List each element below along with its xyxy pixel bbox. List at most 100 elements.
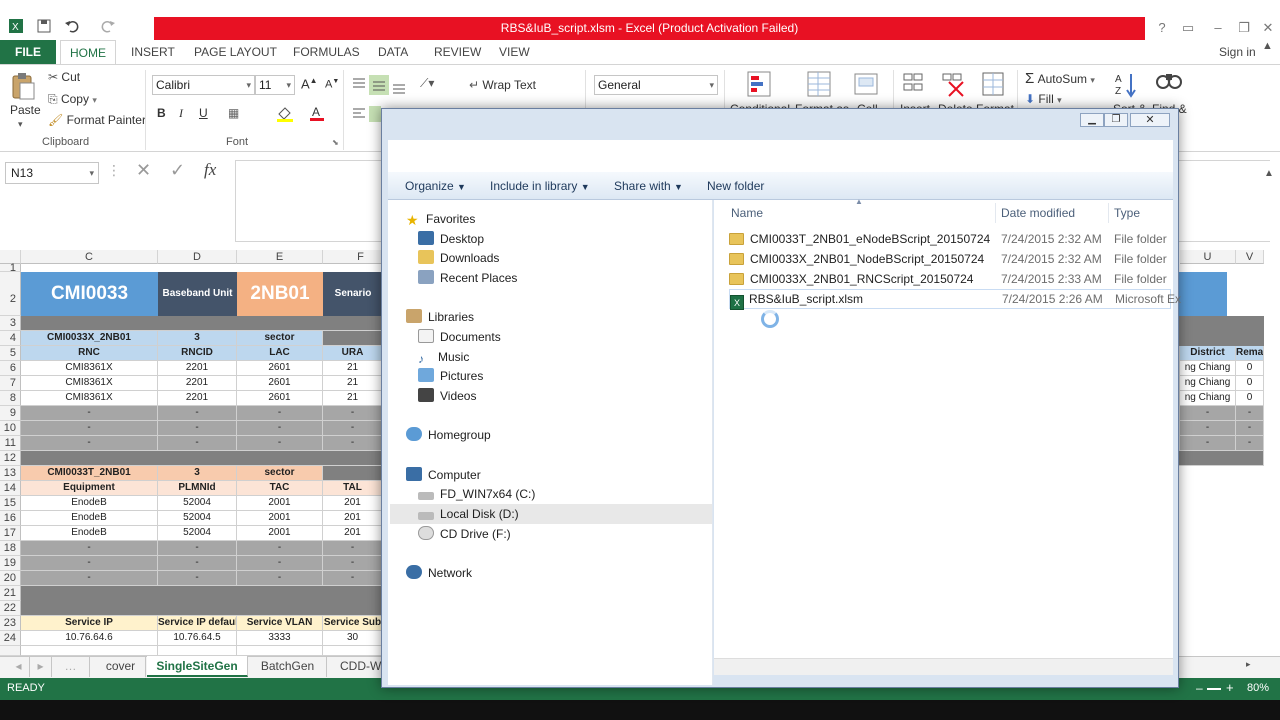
header-cell[interactable]: Service VLAN	[237, 616, 323, 631]
table-cell[interactable]: -	[21, 421, 158, 436]
block-title-cell[interactable]: 3	[158, 331, 237, 346]
table-cell[interactable]: -	[1180, 421, 1236, 436]
nav-computer[interactable]: Computer	[406, 465, 481, 485]
gray-band[interactable]	[21, 586, 383, 616]
table-cell[interactable]	[237, 646, 323, 656]
sheet-tab-cover[interactable]: cover	[96, 656, 146, 677]
table-cell[interactable]: -	[1236, 421, 1264, 436]
table-cell[interactable]: -	[237, 571, 323, 586]
dialog-minimize-icon[interactable]: ▁	[1080, 113, 1104, 127]
file-list-item[interactable]: CMI0033X_2NB01_NodeBScript_20150724 7/24/…	[729, 249, 1171, 269]
nav-recent-places[interactable]: Recent Places	[418, 268, 517, 288]
column-divider[interactable]	[995, 203, 996, 223]
nav-drive-d[interactable]: Local Disk (D:)	[390, 504, 712, 524]
row-header[interactable]: 8	[0, 391, 21, 406]
table-cell[interactable]: 2001	[237, 511, 323, 526]
header-cell[interactable]: Service IP default	[158, 616, 237, 631]
table-cell[interactable]: 52004	[158, 526, 237, 541]
row-header[interactable]: 22	[0, 601, 21, 616]
table-cell[interactable]: 0	[1236, 361, 1264, 376]
nav-music[interactable]: ♪ Music	[418, 347, 469, 367]
table-cell[interactable]: 2201	[158, 391, 237, 406]
format-cells-icon[interactable]	[980, 70, 1008, 100]
block-title-cell[interactable]: CMI0033X_2NB01	[21, 331, 158, 346]
sheet-tab-cdd-w[interactable]: CDD-W	[328, 656, 383, 677]
file-list-item[interactable]: CMI0033X_2NB01_RNCScript_20150724 7/24/20…	[729, 269, 1171, 289]
close-icon[interactable]: ✕	[1254, 18, 1280, 38]
dialog-maximize-icon[interactable]: ❐	[1104, 113, 1128, 127]
insert-function-icon[interactable]: fx	[204, 160, 216, 180]
row-header[interactable]: 20	[0, 571, 21, 586]
dialog-close-icon[interactable]: ✕	[1130, 113, 1170, 127]
align-top-icons[interactable]	[349, 74, 409, 96]
nav-pictures[interactable]: Pictures	[418, 366, 483, 386]
table-cell[interactable]: -	[237, 421, 323, 436]
table-cell[interactable]: 201	[323, 496, 383, 511]
row-header[interactable]: 15	[0, 496, 21, 511]
block-title-cell[interactable]: sector	[237, 331, 323, 346]
nav-favorites[interactable]: ★ Favorites	[406, 209, 475, 229]
table-cell[interactable]: ng Chiang	[1180, 376, 1236, 391]
sheet-tab-singlesitegen[interactable]: SingleSiteGen	[147, 656, 248, 677]
gray-band[interactable]	[1172, 451, 1264, 466]
wrap-text-button[interactable]: ↵ Wrap Text	[469, 78, 536, 92]
fill-button[interactable]: ⬇ Fill ▾	[1025, 92, 1062, 106]
prev-sheet-icon[interactable]: ◂	[8, 656, 30, 677]
nav-drive-c[interactable]: FD_WIN7x64 (C:)	[418, 484, 535, 504]
table-cell[interactable]: -	[158, 406, 237, 421]
nav-documents[interactable]: Documents	[418, 327, 501, 347]
column-divider[interactable]	[1108, 203, 1109, 223]
table-cell[interactable]: 2601	[237, 376, 323, 391]
table-cell[interactable]: -	[21, 541, 158, 556]
header-cell[interactable]: PLMNId	[158, 481, 237, 496]
column-header[interactable]: C	[21, 250, 158, 264]
font-size-select[interactable]: 11 ▾	[255, 75, 295, 95]
row-header[interactable]: 13	[0, 466, 21, 481]
format-as-table-icon[interactable]	[806, 70, 834, 100]
table-cell[interactable]: -	[237, 436, 323, 451]
column-name-header[interactable]: Name	[731, 203, 763, 223]
nav-videos[interactable]: Videos	[418, 386, 476, 406]
table-cell[interactable]: ng Chiang	[1180, 391, 1236, 406]
paste-icon[interactable]	[10, 72, 36, 100]
table-cell[interactable]: -	[158, 571, 237, 586]
header-cell[interactable]: Service IP	[21, 616, 158, 631]
table-cell[interactable]: 0	[1236, 391, 1264, 406]
nav-desktop[interactable]: Desktop	[418, 229, 484, 249]
table-cell[interactable]: 10.76.64.5	[158, 631, 237, 646]
table-cell[interactable]	[158, 646, 237, 656]
table-cell[interactable]: 21	[323, 391, 383, 406]
redo-icon[interactable]	[98, 18, 118, 38]
table-cell[interactable]: -	[21, 556, 158, 571]
row-header[interactable]: 3	[0, 316, 21, 331]
table-cell[interactable]: EnodeB	[21, 496, 158, 511]
table-cell[interactable]: -	[323, 571, 383, 586]
column-header[interactable]: V	[1236, 250, 1264, 264]
table-cell[interactable]: EnodeB	[21, 526, 158, 541]
table-cell[interactable]: 21	[323, 376, 383, 391]
table-cell[interactable]: -	[237, 556, 323, 571]
underline-button[interactable]: U	[199, 106, 208, 120]
table-cell[interactable]	[323, 646, 383, 656]
table-cell[interactable]: 2601	[237, 361, 323, 376]
header-cell[interactable]: URA	[323, 346, 383, 361]
row-header[interactable]: 2	[0, 272, 21, 316]
row-header[interactable]: 7	[0, 376, 21, 391]
gray-band[interactable]	[323, 466, 383, 481]
format-painter-button[interactable]: 🖌 Format Painter	[48, 113, 146, 127]
table-cell[interactable]: ng Chiang	[1180, 361, 1236, 376]
table-cell[interactable]: -	[237, 541, 323, 556]
bold-button[interactable]: B	[157, 106, 166, 120]
font-color-icon[interactable]: A	[309, 105, 325, 122]
gray-band[interactable]	[323, 331, 383, 346]
copy-button[interactable]: ⎘ Copy ▾	[48, 92, 97, 107]
fill-color-icon[interactable]	[276, 106, 294, 122]
senario-cell[interactable]: Senario	[323, 272, 383, 316]
new-folder-button[interactable]: New folder	[707, 172, 764, 200]
undo-icon[interactable]	[62, 18, 82, 38]
organize-button[interactable]: Organize ▼	[405, 172, 466, 200]
find-select-icon[interactable]	[1154, 70, 1184, 100]
nav-network[interactable]: Network	[406, 563, 472, 583]
column-date-header[interactable]: Date modified	[1001, 203, 1075, 223]
table-cell[interactable]: -	[323, 556, 383, 571]
